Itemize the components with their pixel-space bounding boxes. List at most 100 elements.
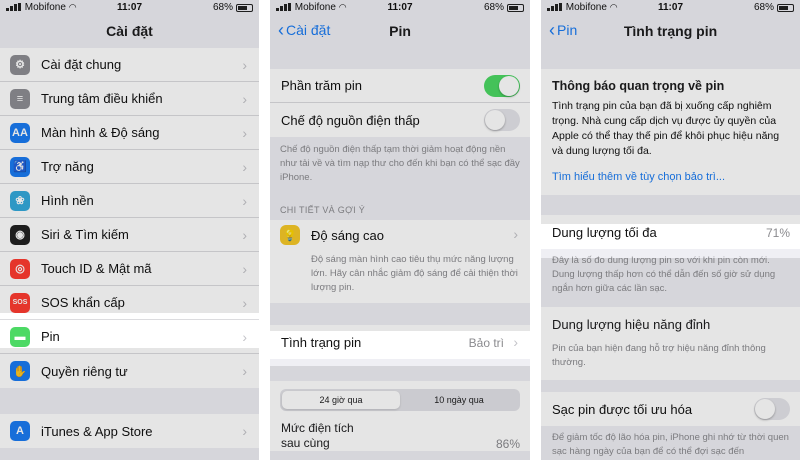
last-charge-label-line1: Mức điện tích — [281, 421, 354, 435]
max-capacity-group: Dung lượng tối đa 71% — [541, 215, 800, 249]
battery-percentage-label: Phần trăm pin — [281, 78, 362, 93]
hand-icon: ✋ — [10, 361, 30, 381]
brightness-description: Độ sáng màn hình cao tiêu thụ mức năng l… — [270, 250, 530, 303]
nav-bar: ‹ Cài đặt Pin — [270, 16, 530, 44]
battery-icon — [777, 3, 794, 12]
chevron-right-icon: › — [242, 329, 247, 345]
usage-group: 24 giờ qua 10 ngày qua Mức điện tích sau… — [270, 381, 530, 451]
settings-list-store: AiTunes & App Store › — [0, 414, 259, 448]
battery-toggles: Phần trăm pin Chế độ nguồn điện thấp — [270, 69, 530, 137]
chevron-right-icon: › — [242, 363, 247, 379]
brightness-row[interactable]: 💡 Độ sáng cao › — [270, 220, 530, 250]
battery-health-value: Bảo trì — [468, 336, 504, 350]
settings-item-app-store[interactable]: AiTunes & App Store › — [0, 414, 259, 448]
settings-item-flower[interactable]: ❀ Hình nền › — [0, 184, 259, 218]
low-power-description: Chế độ nguồn điện thấp tạm thời giảm hoạ… — [280, 144, 520, 183]
health-group: Tình trạng pin Bảo trì › — [270, 325, 530, 359]
settings-item-label: Touch ID & Mật mã — [41, 261, 152, 276]
settings-item-label: Trợ năng — [41, 159, 94, 174]
settings-item-label: SOS khẩn cấp — [41, 295, 125, 310]
aa-icon: AA — [10, 122, 30, 143]
siri-icon: ◉ — [10, 224, 30, 245]
settings-item-gear[interactable]: ⚙ Cài đặt chung › — [0, 48, 259, 82]
toggles-icon: ≡ — [10, 88, 30, 109]
settings-item-label: Cài đặt chung — [41, 57, 122, 72]
battery-status: 68% — [213, 2, 253, 13]
lightbulb-icon: 💡 — [280, 225, 300, 245]
low-power-toggle[interactable] — [484, 109, 520, 131]
nav-bar: Cài đặt — [0, 16, 259, 44]
settings-item-toggles[interactable]: ≡ Trung tâm điều khiển › — [0, 82, 259, 116]
status-bar: Mobifone ◠ 11:07 68% — [0, 0, 259, 16]
battery-icon — [507, 3, 524, 12]
tab-24h[interactable]: 24 giờ qua — [282, 391, 400, 409]
insights-group: 💡 Độ sáng cao › Độ sáng màn hình cao tiê… — [270, 220, 530, 303]
max-capacity-label: Dung lượng tối đa — [552, 224, 657, 240]
max-capacity-description: Đây là số đo dung lượng pin so với khi p… — [552, 255, 776, 294]
optimized-charging-label: Sạc pin được tối ưu hóa — [552, 401, 693, 417]
settings-item-fingerprint[interactable]: ◎ Touch ID & Mật mã › — [0, 252, 259, 286]
optimized-charging-description: Để giảm tốc độ lão hóa pin, iPhone ghi n… — [552, 432, 789, 457]
last-charge-block: Mức điện tích sau cùng 86% — [270, 411, 530, 451]
battery-health-panel: Mobifone ◠ 11:07 68% ‹ Pin Tình trạng pi… — [541, 0, 800, 460]
fingerprint-icon: ◎ — [10, 258, 30, 279]
battery-health-row[interactable]: Tình trạng pin Bảo trì › — [270, 325, 530, 359]
battery-percentage-row: Phần trăm pin — [270, 69, 530, 103]
chevron-right-icon: › — [513, 334, 518, 350]
notice-title: Thông báo quan trọng về pin — [552, 79, 725, 93]
settings-item-label: Siri & Tìm kiếm — [41, 227, 129, 242]
battery-status: 68% — [484, 2, 524, 13]
settings-item-battery[interactable]: ▬ Pin › — [0, 320, 259, 354]
chevron-right-icon: › — [242, 295, 247, 311]
accessibility-icon: ♿ — [10, 156, 30, 177]
settings-item-label: Trung tâm điều khiển — [41, 91, 163, 106]
status-bar: Mobifone ◠ 11:07 68% — [541, 0, 800, 16]
settings-item-siri[interactable]: ◉ Siri & Tìm kiếm › — [0, 218, 259, 252]
sos-icon: SOS — [10, 292, 30, 313]
peak-performance-label: Dung lượng hiệu năng đỉnh — [552, 317, 711, 332]
insights-header: CHI TIẾT VÀ GỢI Ý — [280, 205, 366, 215]
page-title: Cài đặt — [106, 23, 153, 39]
notice-card: Thông báo quan trọng về pin Tình trạng p… — [541, 69, 800, 195]
flower-icon: ❀ — [10, 190, 30, 211]
chevron-right-icon: › — [242, 57, 247, 73]
battery-icon: ▬ — [10, 326, 30, 347]
peak-group: Dung lượng hiệu năng đỉnh Pin của bạn hi… — [541, 307, 800, 380]
chevron-right-icon: › — [242, 423, 247, 439]
max-capacity-value: 71% — [765, 226, 790, 240]
status-bar: Mobifone ◠ 11:07 68% — [270, 0, 530, 16]
optimized-group: Sạc pin được tối ưu hóa — [541, 392, 800, 426]
chevron-right-icon: › — [242, 125, 247, 141]
settings-item-sos[interactable]: SOS SOS khẩn cấp › — [0, 286, 259, 320]
maintenance-link[interactable]: Tìm hiểu thêm về tùy chọn bảo trì... — [552, 171, 789, 183]
peak-performance-description: Pin của bạn hiện đang hỗ trợ hiệu năng đ… — [541, 338, 800, 380]
battery-percentage-toggle[interactable] — [484, 75, 520, 97]
page-title: Tình trạng pin — [623, 23, 718, 39]
page-title: Pin — [389, 23, 411, 39]
low-power-label: Chế độ nguồn điện thấp — [281, 112, 420, 128]
settings-list: ⚙ Cài đặt chung › ≡ Trung tâm điều khiển › AA M… — [0, 48, 259, 388]
settings-item-label: Pin — [41, 329, 60, 344]
settings-item-aa[interactable]: AA Màn hình & Độ sáng › — [0, 116, 259, 150]
battery-icon — [236, 3, 253, 12]
chevron-right-icon: › — [242, 227, 247, 243]
settings-panel: Mobifone ◠ 11:07 68% Cài đặt ⚙ Cài đặt ch… — [0, 0, 259, 460]
battery-panel: Mobifone ◠ 11:07 68% ‹ Cài đặt Pin Phần … — [270, 0, 530, 460]
usage-segmented-control: 24 giờ qua 10 ngày qua — [280, 389, 520, 411]
chevron-right-icon: › — [242, 193, 247, 209]
chevron-right-icon: › — [513, 226, 518, 242]
max-capacity-row: Dung lượng tối đa 71% — [541, 215, 800, 249]
settings-item-accessibility[interactable]: ♿ Trợ năng › — [0, 150, 259, 184]
chevron-right-icon: › — [242, 159, 247, 175]
low-power-row: Chế độ nguồn điện thấp — [270, 103, 530, 137]
optimized-charging-row: Sạc pin được tối ưu hóa — [541, 392, 800, 426]
battery-health-label: Tình trạng pin — [281, 334, 362, 350]
settings-item-label: Quyền riêng tư — [41, 363, 128, 379]
app-store-icon: A — [10, 421, 30, 441]
settings-item-hand[interactable]: ✋ Quyền riêng tư › — [0, 354, 259, 388]
settings-item-label: Hình nền — [41, 193, 94, 208]
chevron-right-icon: › — [242, 91, 247, 107]
optimized-charging-toggle[interactable] — [754, 398, 790, 420]
tab-10d[interactable]: 10 ngày qua — [400, 391, 518, 409]
notice-body: Tình trạng pin của bạn đã bị xuống cấp n… — [552, 100, 780, 157]
